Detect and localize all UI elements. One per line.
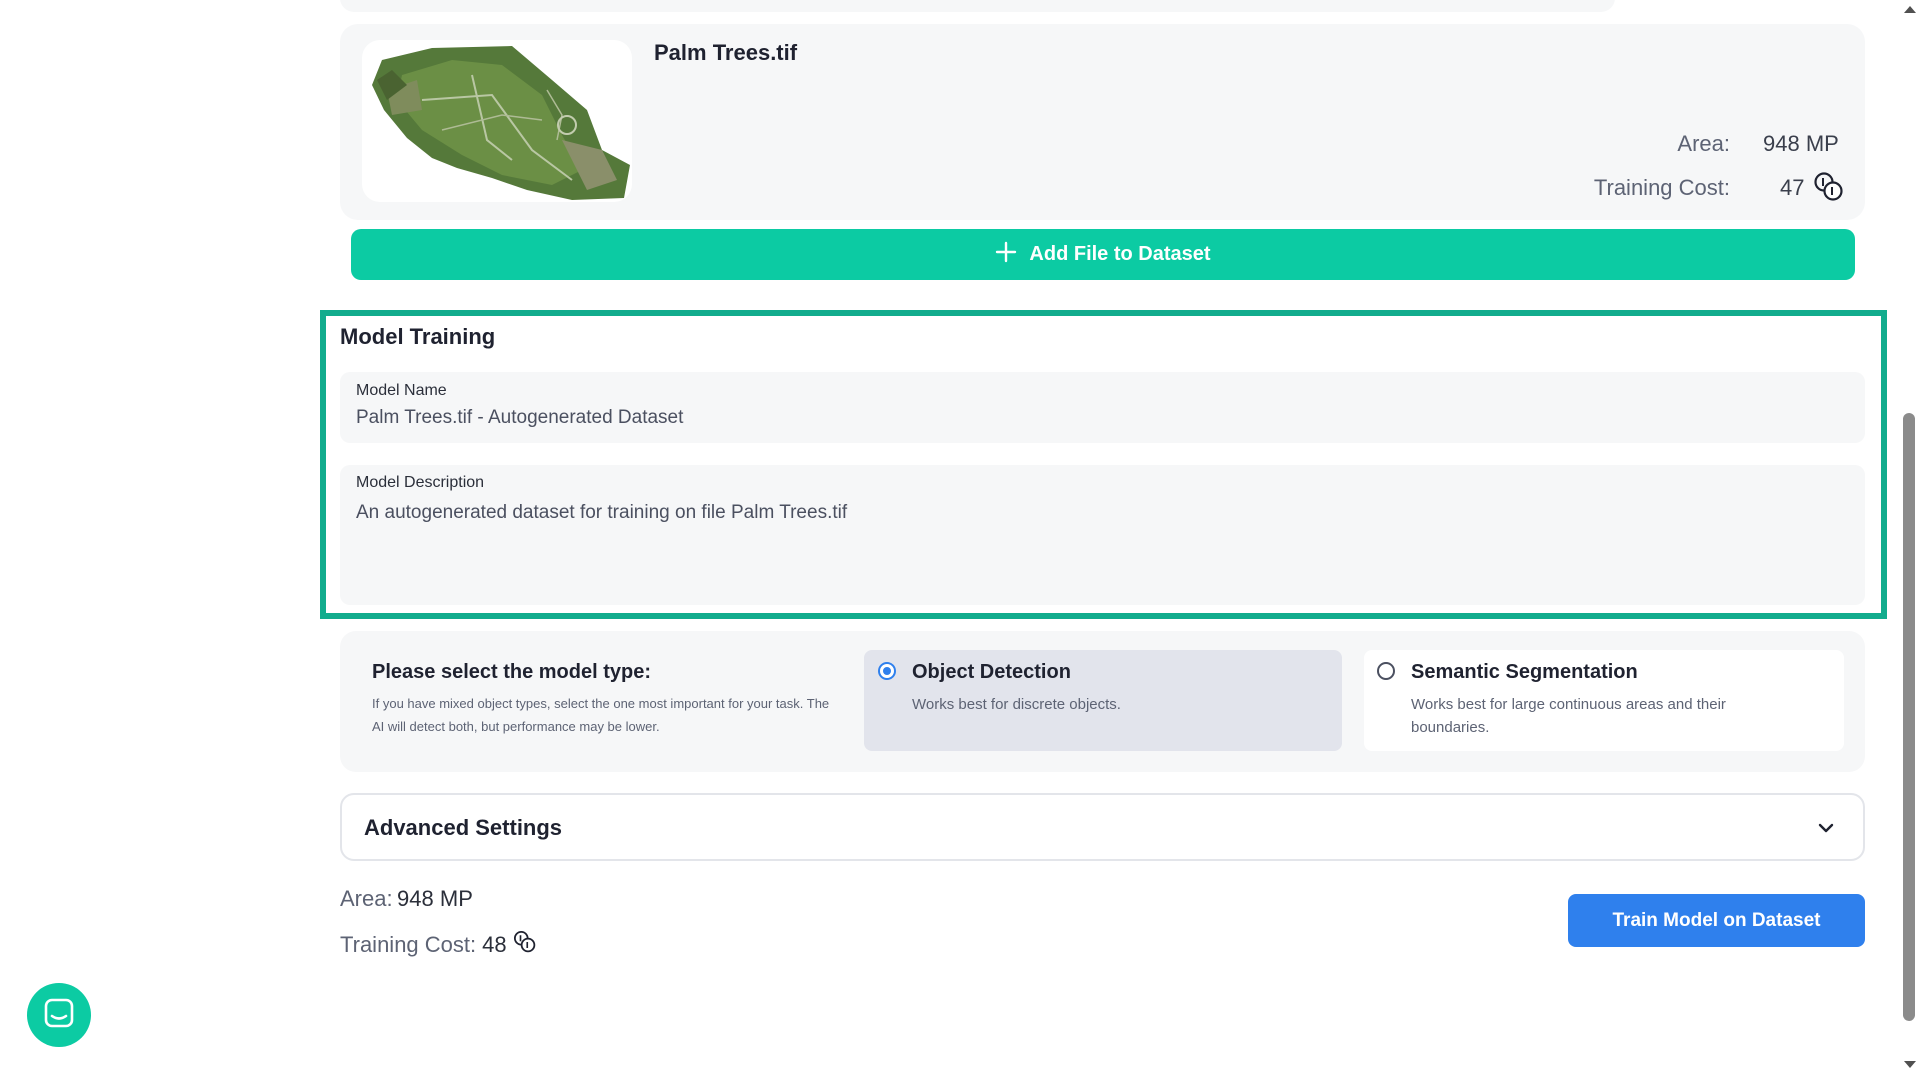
file-name: Palm Trees.tif — [654, 40, 798, 65]
coin-icon — [513, 930, 537, 959]
object-detection-radio[interactable] — [878, 662, 896, 680]
chat-icon — [44, 998, 74, 1033]
advanced-settings-label: Advanced Settings — [364, 815, 563, 840]
scrollbar-thumb[interactable] — [1903, 413, 1915, 1021]
summary-cost-value: 48 — [482, 931, 507, 957]
object-detection-desc: Works best for discrete objects. — [912, 696, 1121, 713]
option-object-detection[interactable]: Object Detection Works best for discrete… — [864, 650, 1342, 751]
model-name-input[interactable]: Palm Trees.tif - Autogenerated Dataset — [356, 407, 683, 429]
summary-area-value: 948 MP — [397, 886, 473, 911]
option-semantic-segmentation[interactable]: Semantic Segmentation Works best for lar… — [1364, 650, 1844, 751]
model-training-title: Model Training — [340, 324, 496, 349]
model-name-field[interactable]: Model Name Palm Trees.tif - Autogenerate… — [340, 372, 1865, 443]
coin-icon — [1813, 171, 1845, 208]
model-type-help: If you have mixed object types, select t… — [372, 696, 830, 734]
file-area-value: 948 MP — [1763, 131, 1839, 156]
scroll-up-arrow-icon[interactable] — [1902, 2, 1918, 20]
file-cost-value: 47 — [1780, 175, 1805, 200]
model-description-input[interactable]: An autogenerated dataset for training on… — [356, 502, 847, 524]
semantic-segmentation-desc: Works best for large continuous areas an… — [1411, 696, 1726, 736]
summary-area-label: Area: — [340, 886, 393, 911]
add-file-label: Add File to Dataset — [1029, 243, 1211, 265]
file-area-label: Area: — [1677, 131, 1730, 156]
model-type-title: Please select the model type: — [372, 661, 652, 683]
advanced-settings-toggle[interactable]: Advanced Settings — [340, 793, 1865, 861]
model-name-label: Model Name — [356, 382, 447, 399]
plus-icon — [995, 241, 1017, 269]
train-model-button[interactable]: Train Model on Dataset — [1568, 894, 1865, 947]
semantic-segmentation-title: Semantic Segmentation — [1411, 661, 1638, 683]
semantic-segmentation-radio[interactable] — [1377, 662, 1395, 680]
add-file-to-dataset-button[interactable]: Add File to Dataset — [351, 229, 1855, 280]
summary-area: Area: 948 MP — [340, 886, 473, 912]
model-description-field[interactable]: Model Description An autogenerated datas… — [340, 465, 1865, 605]
chevron-down-icon — [1815, 817, 1837, 844]
previous-file-card — [340, 0, 1615, 12]
object-detection-title: Object Detection — [912, 661, 1071, 683]
chat-launcher-button[interactable] — [27, 983, 91, 1047]
summary-cost: Training Cost: 48 — [340, 930, 537, 959]
scroll-down-arrow-icon[interactable] — [1902, 1058, 1918, 1076]
file-thumbnail — [362, 40, 632, 202]
file-cost-label: Training Cost: — [1593, 175, 1730, 200]
summary-cost-label: Training Cost: — [340, 931, 477, 957]
model-description-label: Model Description — [356, 474, 485, 491]
